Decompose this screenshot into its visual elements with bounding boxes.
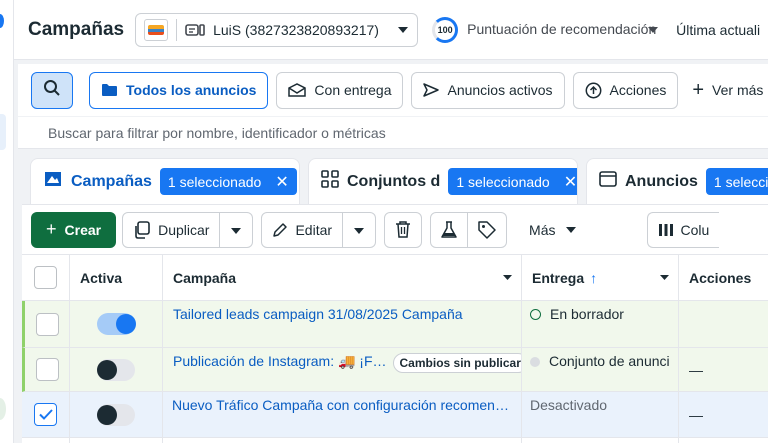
- envelope-icon: [288, 83, 307, 97]
- delivery-status: Conjunto de anunci: [522, 348, 679, 391]
- ad-account-icon: [185, 22, 205, 38]
- more-button[interactable]: Más: [515, 212, 590, 248]
- page-title: Campañas: [28, 18, 125, 40]
- search-input[interactable]: Buscar para filtrar por nombre, identifi…: [18, 117, 768, 149]
- caret-down-icon: [502, 274, 513, 281]
- close-icon[interactable]: ✕: [275, 172, 288, 192]
- duplicate-icon: [133, 220, 151, 239]
- caret-down-icon: [397, 21, 409, 39]
- caret-down-icon: [230, 222, 242, 238]
- active-toggle[interactable]: [97, 358, 135, 381]
- row-checkbox[interactable]: [34, 403, 57, 426]
- account-name: LuiS (3827323820893217): [213, 21, 379, 38]
- grid-icon: [321, 170, 339, 193]
- left-rail: [0, 0, 14, 443]
- row-checkbox[interactable]: [35, 312, 59, 336]
- duplicate-group: Duplicar: [122, 211, 254, 248]
- filter-bar: Todos los anuncios Con entrega Anuncios …: [18, 64, 768, 116]
- edit-button[interactable]: Editar: [261, 211, 344, 248]
- delivery-status: En borrador: [522, 301, 679, 347]
- row-actions: —: [689, 406, 703, 423]
- table-row[interactable]: Nuevo Tráfico Campaña con configuración …: [22, 392, 768, 438]
- ab-test-button[interactable]: [430, 211, 469, 248]
- campaign-name-link[interactable]: Nuevo Tráfico Campaña con configuración …: [163, 392, 522, 437]
- folder-icon: [101, 83, 118, 97]
- tag-button[interactable]: [468, 211, 508, 248]
- trash-icon: [395, 221, 411, 238]
- status-dot-icon: [530, 309, 541, 320]
- campaign-name-link[interactable]: Tailored leads campaign 31/08/2025 Campa…: [163, 301, 522, 347]
- columns-icon: [658, 223, 674, 237]
- row-actions: —: [689, 361, 703, 378]
- campaign-flag-icon: [43, 170, 63, 193]
- selection-badge: 1 seleccionado ✕: [448, 168, 577, 195]
- plus-icon: +: [46, 219, 57, 239]
- column-header-active[interactable]: Activa: [70, 255, 163, 300]
- score-label: Puntuación de recomendación: [467, 21, 657, 37]
- plus-icon: +: [692, 78, 705, 101]
- status-dot-icon: [530, 357, 540, 367]
- last-update-label: Última actuali: [676, 21, 761, 38]
- checkmark-icon: [38, 409, 53, 420]
- campaigns-table: Activa Campaña Entrega ↑ Acciones Tailor…: [22, 254, 768, 443]
- tab-campaigns[interactable]: Campañas 1 seleccionado ✕: [30, 158, 300, 204]
- account-logo: [144, 18, 169, 41]
- filter-actions-button[interactable]: Acciones: [572, 71, 679, 109]
- table-row: [22, 438, 768, 443]
- rail-bottom-indicator: [0, 398, 6, 420]
- table-header-row: Activa Campaña Entrega ↑ Acciones: [22, 255, 768, 301]
- upload-circle-icon: [585, 82, 602, 99]
- columns-button[interactable]: Colu: [646, 211, 720, 248]
- active-toggle[interactable]: [97, 403, 135, 426]
- column-header-campaign[interactable]: Campaña: [163, 255, 522, 300]
- recommendation-score[interactable]: 100 Puntuación de recomendación: [432, 16, 659, 43]
- account-selector[interactable]: LuiS (3827323820893217): [135, 12, 419, 47]
- level-tabs: Campañas 1 seleccionado ✕ Conjuntos d 1 s…: [30, 158, 768, 204]
- see-more-filters-button[interactable]: + Ver más: [692, 79, 763, 102]
- tag-icon: [478, 220, 496, 239]
- tab-ad-sets[interactable]: Conjuntos d 1 seleccionado ✕: [308, 158, 578, 204]
- selection-badge: 1 seleccionado ✕: [159, 168, 297, 195]
- pencil-icon: [272, 222, 288, 238]
- score-ring: 100: [432, 16, 459, 43]
- selection-badge: 1 selecció: [705, 168, 768, 195]
- campaign-name-link[interactable]: Publicación de Instagram: 🚚 ¡F…: [173, 353, 387, 370]
- edit-dropdown-button[interactable]: [343, 211, 377, 248]
- row-checkbox[interactable]: [35, 358, 59, 381]
- search-icon: [43, 79, 61, 102]
- rail-top-indicator: [0, 14, 4, 28]
- sort-arrow-up-icon: ↑: [590, 269, 598, 286]
- active-toggle[interactable]: [97, 313, 136, 335]
- flask-icon: [441, 220, 457, 239]
- filter-all-ads-button[interactable]: Todos los anuncios: [89, 71, 269, 109]
- test-tag-group: [430, 211, 508, 248]
- caret-down-icon: [659, 274, 670, 281]
- duplicate-dropdown-button[interactable]: [220, 211, 254, 248]
- unpublished-changes-badge: Cambios sin publicar: [392, 353, 521, 373]
- table-row[interactable]: Publicación de Instagram: 🚚 ¡F… Cambios …: [22, 348, 768, 392]
- create-button[interactable]: + Crear: [31, 211, 117, 248]
- page-header: Campañas LuiS (3827323820893217) 100 Pun…: [14, 0, 768, 60]
- rail-active-item[interactable]: [0, 114, 6, 150]
- filter-active-ads-button[interactable]: Anuncios activos: [411, 71, 565, 109]
- table-toolbar: + Crear Duplicar Editar Más Colu: [22, 204, 768, 254]
- ad-window-icon: [599, 170, 617, 193]
- row-actions: [679, 301, 768, 347]
- caret-down-icon: [565, 226, 577, 234]
- edit-group: Editar: [261, 211, 377, 248]
- caret-down-icon: [647, 21, 659, 39]
- tab-ads[interactable]: Anuncios 1 selecció: [586, 158, 768, 204]
- delivery-status: Desactivado: [522, 392, 679, 437]
- select-all-checkbox[interactable]: [34, 266, 57, 289]
- caret-down-icon: [353, 222, 365, 238]
- column-header-delivery[interactable]: Entrega ↑: [522, 255, 679, 300]
- table-row[interactable]: Tailored leads campaign 31/08/2025 Campa…: [22, 301, 768, 348]
- duplicate-button[interactable]: Duplicar: [122, 211, 221, 248]
- send-icon: [423, 83, 440, 97]
- filter-with-delivery-button[interactable]: Con entrega: [276, 71, 404, 109]
- close-icon[interactable]: ✕: [564, 172, 577, 192]
- search-toggle-button[interactable]: [31, 71, 73, 109]
- column-header-actions[interactable]: Acciones: [679, 255, 768, 300]
- delete-button[interactable]: [384, 211, 423, 248]
